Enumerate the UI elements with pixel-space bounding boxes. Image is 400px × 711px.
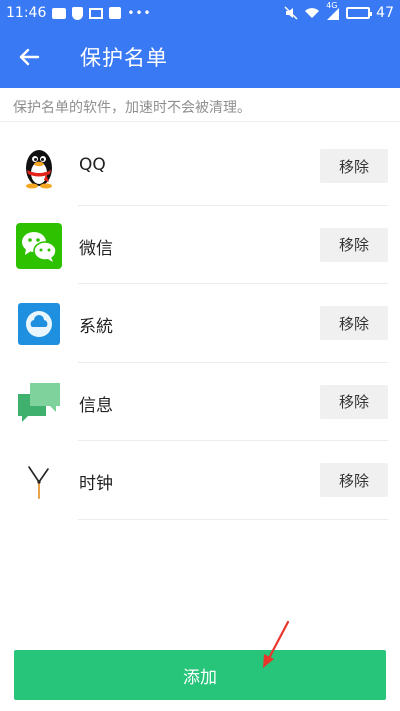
divider: [0, 121, 400, 122]
remove-button[interactable]: 移除: [320, 463, 388, 498]
app-name: 微信: [79, 238, 113, 259]
more-notifications-icon: •••: [127, 6, 152, 20]
status-bar: 11:46 ••• 4G 47: [0, 0, 400, 26]
page-title: 保护名单: [80, 46, 168, 70]
clock-hands-icon: [28, 466, 49, 500]
hint-text: 保护名单的软件，加速时不会被清理。: [13, 100, 251, 116]
status-time: 11:46: [6, 5, 47, 21]
back-button[interactable]: [0, 26, 58, 88]
mute-icon: [284, 6, 298, 20]
add-button[interactable]: 添加: [14, 650, 386, 700]
battery-icon: [346, 7, 373, 19]
list-item: QQ 移除: [0, 127, 400, 206]
battery-level: 47: [376, 5, 394, 21]
protected-app-list: QQ 移除 微信 移除 系統 移除 信息 移除 时钟 移除: [0, 127, 400, 520]
image-notification-icon: [89, 7, 104, 19]
list-item: 信息 移除: [0, 363, 400, 442]
signal-icon: 4G: [326, 1, 340, 20]
system-cloud-icon: [18, 303, 60, 346]
remove-button[interactable]: 移除: [320, 306, 388, 341]
qq-penguin-icon: [26, 150, 52, 189]
message-notification-icon: [52, 7, 67, 19]
divider: [78, 518, 388, 520]
app-name: QQ: [79, 155, 106, 175]
app-name: 信息: [79, 395, 113, 416]
shield-notification-icon: [72, 6, 84, 20]
red-arrow-annotation: [263, 620, 290, 668]
remove-button[interactable]: 移除: [320, 149, 388, 183]
status-right: 4G 47: [284, 1, 394, 21]
arrow-left-icon: [19, 48, 40, 66]
list-item: 时钟 移除: [0, 441, 400, 520]
remove-button[interactable]: 移除: [320, 384, 388, 419]
remove-button[interactable]: 移除: [320, 227, 388, 262]
list-item: 系統 移除: [0, 284, 400, 363]
status-left: 11:46 •••: [6, 5, 152, 21]
message-bubbles-icon: [18, 382, 60, 422]
app-name: 系統: [79, 317, 113, 338]
list-item: 微信 移除: [0, 206, 400, 285]
vpn-notification-icon: [109, 7, 122, 19]
wifi-icon: [305, 8, 320, 18]
app-bar: 保护名单: [0, 26, 400, 88]
app-name: 时钟: [79, 474, 113, 495]
wechat-icon: [16, 222, 62, 269]
